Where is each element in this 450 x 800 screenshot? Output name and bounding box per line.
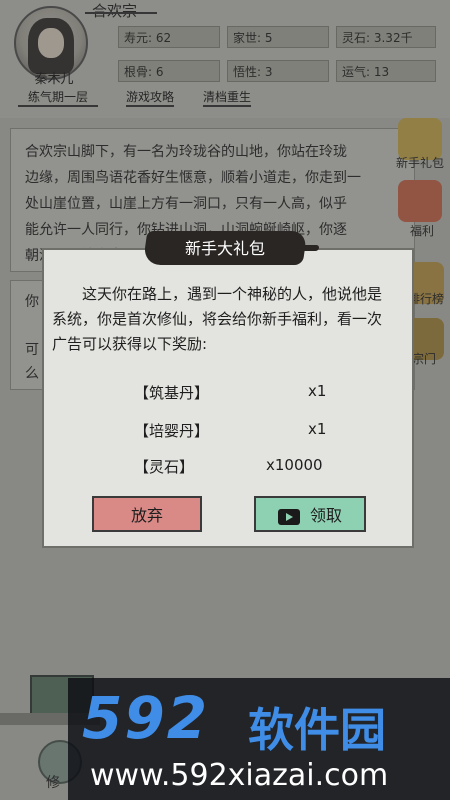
reward-name: 【灵石】 — [134, 458, 195, 476]
dialog-title: 新手大礼包 — [184, 239, 265, 258]
reward-quantity: x1 — [308, 420, 327, 438]
dialog-message: 这天你在路上，遇到一个神秘的人，他说他是系统，你是首次修仙，将会给你新手福利，看… — [52, 285, 383, 353]
give-up-label: 放弃 — [130, 506, 163, 525]
reward-name: 【培婴丹】 — [134, 422, 210, 440]
watermark-logo: 592 — [82, 684, 210, 752]
give-up-button[interactable]: 放弃 — [92, 496, 202, 532]
watermark-url: www.592xiazai.com — [90, 758, 389, 793]
reward-quantity: x1 — [308, 382, 327, 400]
reward-quantity: x10000 — [266, 456, 323, 474]
video-play-icon — [277, 508, 300, 525]
claim-label: 领取 — [309, 506, 342, 525]
dialog-title-banner: 新手大礼包 — [142, 225, 308, 269]
claim-button[interactable]: 领取 — [254, 496, 366, 532]
watermark-brand: 软件园 — [248, 703, 386, 757]
reward-name: 【筑基丹】 — [134, 384, 210, 402]
